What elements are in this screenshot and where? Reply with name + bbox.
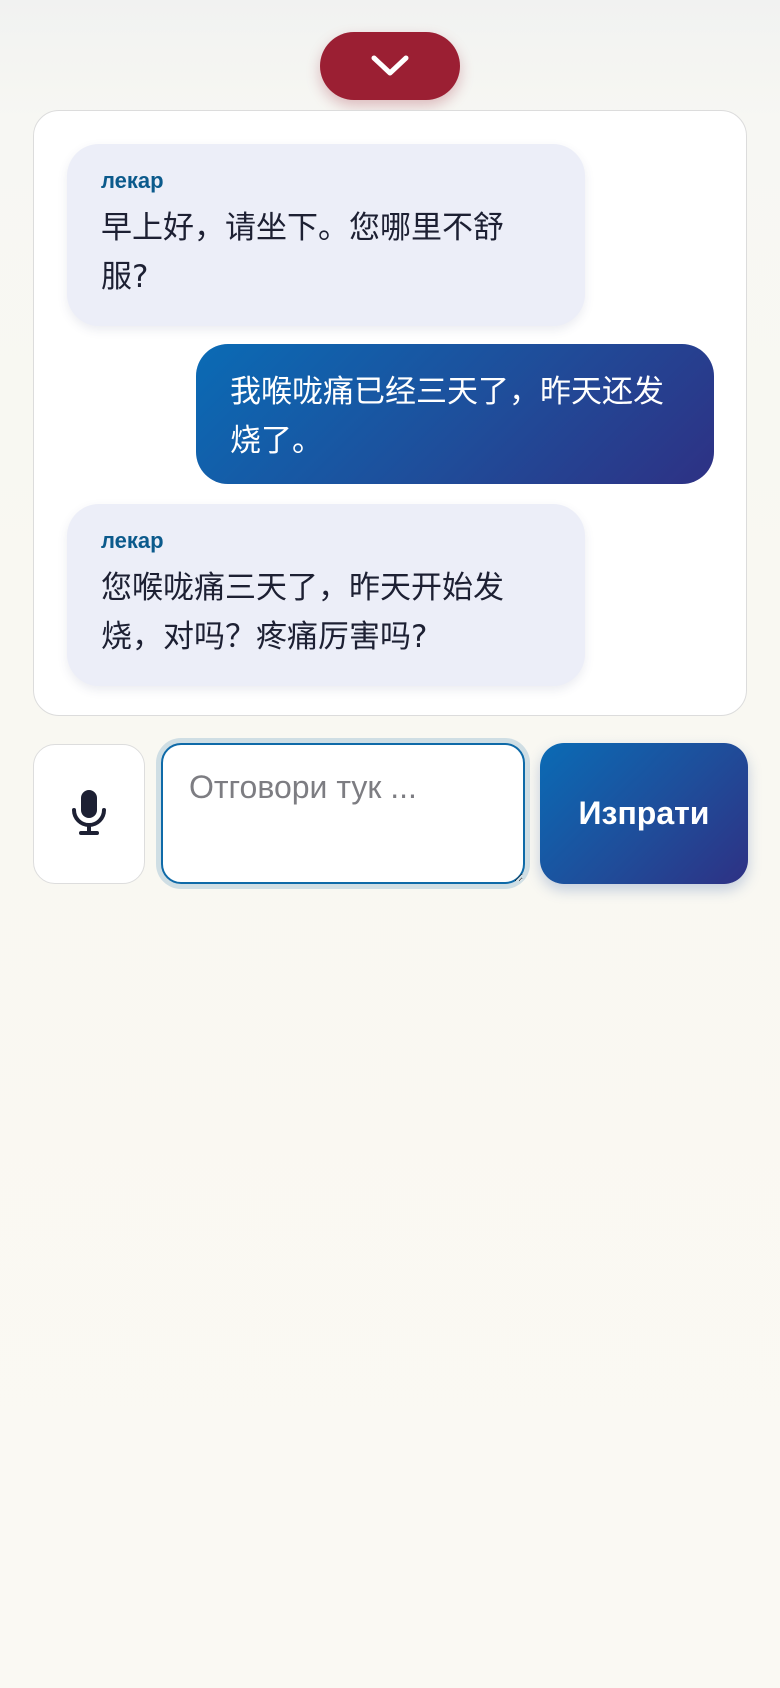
microphone-button[interactable] — [33, 744, 145, 884]
patient-message-bubble: 我喉咙痛已经三天了，昨天还发烧了。 — [196, 344, 714, 484]
doctor-message-bubble: лекар 早上好，请坐下。您哪里不舒服? — [67, 144, 585, 326]
send-button[interactable]: Изпрати — [540, 743, 748, 884]
message-text: 我喉咙痛已经三天了，昨天还发烧了。 — [230, 374, 664, 459]
chat-panel: лекар 早上好，请坐下。您哪里不舒服? 我喉咙痛已经三天了，昨天还发烧了。 … — [33, 110, 747, 716]
reply-input[interactable] — [161, 743, 525, 884]
chevron-down-icon — [370, 53, 410, 79]
speaker-label: лекар — [101, 168, 164, 193]
message-text: 早上好，请坐下。您哪里不舒服? — [101, 210, 504, 295]
collapse-chevron-button[interactable] — [320, 32, 460, 100]
speaker-label: лекар — [101, 528, 164, 553]
doctor-message-bubble: лекар 您喉咙痛三天了，昨天开始发烧，对吗？疼痛厉害吗? — [67, 504, 585, 686]
microphone-icon — [71, 788, 107, 840]
message-text: 您喉咙痛三天了，昨天开始发烧，对吗？疼痛厉害吗? — [101, 570, 504, 655]
